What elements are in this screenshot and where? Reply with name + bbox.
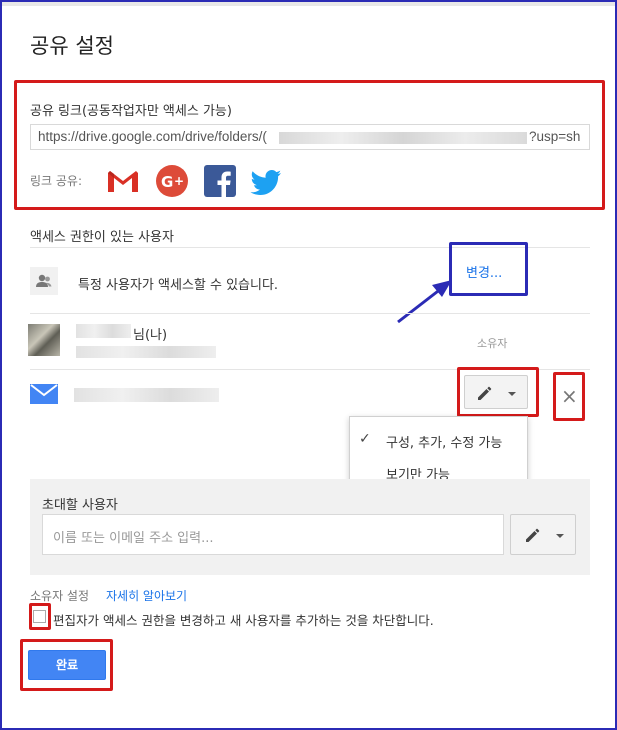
visibility-text: 특정 사용자가 액세스할 수 있습니다. [78, 278, 279, 293]
pencil-icon [478, 386, 492, 400]
facebook-icon[interactable] [203, 164, 237, 198]
share-url-start: https://drive.google.com/drive/folders/( [38, 129, 267, 144]
block-editors-checkbox[interactable] [33, 610, 46, 623]
share-url-input[interactable]: https://drive.google.com/drive/folders/(… [30, 124, 590, 150]
learn-more-link[interactable]: 자세히 알아보기 [106, 587, 187, 604]
owner-avatar [28, 324, 60, 356]
invite-permission-button[interactable] [510, 514, 576, 555]
permission-dropdown-button[interactable] [464, 375, 528, 409]
invite-panel: 초대할 사용자 이름 또는 이메일 주소 입력... [30, 479, 590, 575]
owner-role: 소유자 [477, 337, 508, 350]
access-heading: 액세스 권한이 있는 사용자 [30, 230, 174, 245]
redacted-url-part [279, 132, 527, 144]
done-button[interactable]: 완료 [28, 650, 106, 680]
redacted-collaborator-email [74, 388, 219, 402]
invite-heading: 초대할 사용자 [42, 498, 118, 513]
gmail-icon[interactable] [106, 164, 140, 198]
share-via-label: 링크 공유: [30, 174, 83, 188]
remove-user-icon[interactable]: × [561, 384, 578, 408]
invite-input[interactable]: 이름 또는 이메일 주소 입력... [42, 514, 504, 555]
redacted-owner-name [76, 324, 131, 338]
svg-text:+: + [174, 174, 184, 188]
google-plus-icon[interactable]: G + [155, 164, 189, 198]
people-icon [30, 267, 58, 295]
mail-icon [30, 384, 58, 408]
share-link-heading: 공유 링크(공동작업자만 액세스 가능) [30, 104, 232, 119]
divider [30, 313, 590, 314]
twitter-icon[interactable] [250, 164, 284, 198]
dialog-title: 공유 설정 [30, 34, 114, 58]
check-icon: ✓ [359, 431, 371, 447]
share-url-end: ?usp=sh [529, 129, 581, 144]
change-visibility-link[interactable]: 변경... [466, 262, 502, 281]
redacted-owner-email [76, 346, 216, 358]
pencil-icon [526, 528, 540, 542]
owner-settings-label: 소유자 설정 [30, 589, 90, 603]
owner-name-suffix: 님(나) [133, 328, 168, 343]
caret-down-icon [556, 534, 564, 538]
block-editors-text: 편집자가 액세스 권한을 변경하고 새 사용자를 추가하는 것을 차단합니다. [53, 613, 434, 628]
annotation-arrow [397, 280, 452, 324]
menu-item-organize-add-edit[interactable]: 구성, 추가, 수정 가능 [386, 432, 502, 451]
caret-down-icon [508, 392, 516, 396]
svg-text:G: G [161, 173, 173, 191]
